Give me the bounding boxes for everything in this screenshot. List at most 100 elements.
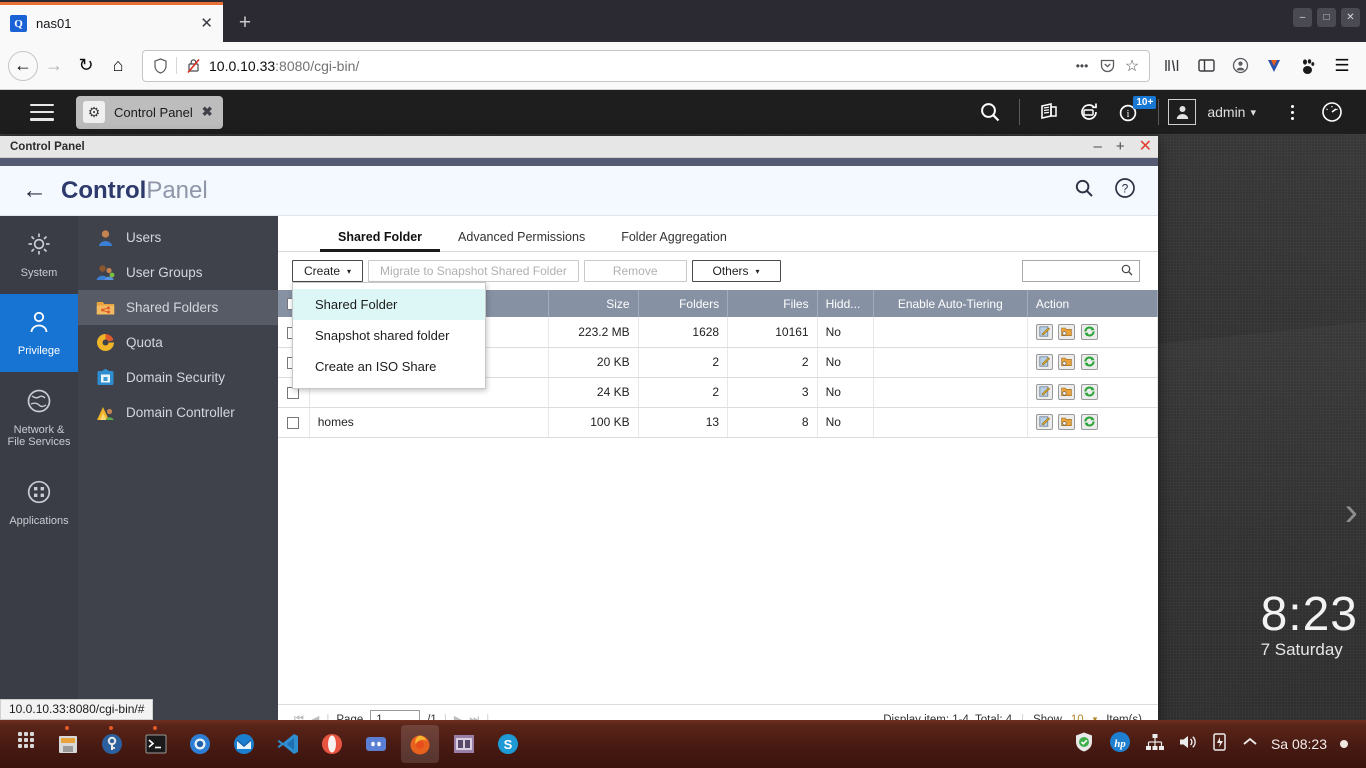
battery-icon[interactable] [1211,732,1229,757]
discord-icon[interactable] [357,725,395,763]
th-size[interactable]: Size [548,290,639,317]
edit-icon[interactable] [1035,323,1053,340]
vscode-icon[interactable] [269,725,307,763]
avatar-icon[interactable] [1168,99,1197,125]
new-tab-button[interactable]: + [232,11,258,37]
refresh-icon[interactable] [1080,383,1098,400]
permissions-icon[interactable] [1058,353,1076,370]
menu-item-snapshot-shared-folder[interactable]: Snapshot shared folder [293,320,485,351]
row-checkbox-cell[interactable] [278,407,310,438]
page-actions-icon[interactable]: ••• [1073,57,1091,75]
sidebar-item-users[interactable]: Users [78,220,278,255]
sidebar-item-domain-controller[interactable]: Domain Controller [78,395,278,430]
sidebar-item-domain-security[interactable]: Domain Security [78,360,278,395]
permissions-icon[interactable] [1058,323,1076,340]
home-icon[interactable]: ⌂ [102,50,134,82]
menu-item-shared-folder[interactable]: Shared Folder [293,289,485,320]
chromium-icon[interactable] [181,725,219,763]
tracking-shield-icon[interactable] [151,57,169,75]
window-close-icon[interactable]: ✕ [1139,138,1152,155]
refresh-icon[interactable] [1080,353,1098,370]
terminal-icon[interactable] [137,725,175,763]
url-bar[interactable]: 10.0.10.33:8080/cgi-bin/ ••• ☆ [142,49,1150,82]
taskbar-clock[interactable]: Sa 08:23 [1271,736,1327,752]
edit-icon[interactable] [1035,383,1053,400]
header-search-icon[interactable] [1074,178,1094,204]
permissions-icon[interactable] [1058,413,1076,430]
sidebar-icon[interactable] [1190,50,1222,82]
bookmark-star-icon[interactable]: ☆ [1123,57,1141,75]
tab-close-icon[interactable]: ✕ [200,16,213,31]
dashboard-icon[interactable] [1312,90,1352,134]
qts-menu-icon[interactable] [30,103,54,121]
window-minimize-icon[interactable]: – [1293,8,1312,27]
header-help-icon[interactable]: ? [1114,177,1136,205]
user-name[interactable]: admin [1207,104,1245,120]
create-button[interactable]: Create ▾ [292,260,364,282]
thunderbird-icon[interactable] [225,725,263,763]
logs-icon[interactable] [1029,90,1069,134]
keepass-icon[interactable] [93,725,131,763]
page-input[interactable]: 1 [370,710,421,720]
category-network-file-services[interactable]: Network & File Services [0,372,78,464]
search-icon[interactable] [970,90,1010,134]
tab-advanced-permissions[interactable]: Advanced Permissions [440,226,603,251]
firefox-icon[interactable] [401,725,439,763]
sidebar-item-user-groups[interactable]: User Groups [78,255,278,290]
volume-icon[interactable] [1178,733,1198,756]
shield-icon[interactable] [1073,731,1095,758]
refresh-icon[interactable] [1080,413,1098,430]
account-icon[interactable] [1224,50,1256,82]
skype-icon[interactable]: S [489,725,527,763]
permissions-icon[interactable] [1058,383,1076,400]
category-applications[interactable]: Applications [0,464,78,542]
window-titlebar[interactable]: Control Panel – + ✕ [0,136,1158,158]
back-arrow-icon[interactable]: ← [22,178,47,203]
gnome-icon[interactable] [1292,50,1324,82]
category-system[interactable]: System [0,216,78,294]
search-input[interactable] [1022,260,1140,282]
window-close-icon[interactable]: ✕ [1341,8,1360,27]
window-maximize-icon[interactable]: + [1116,139,1125,154]
category-privilege[interactable]: Privilege [0,294,78,372]
expand-icon[interactable] [1242,735,1258,753]
files-icon[interactable] [49,725,87,763]
sidebar-item-quota[interactable]: Quota [78,325,278,360]
backup-icon[interactable] [1069,90,1109,134]
window-maximize-icon[interactable]: □ [1317,8,1336,27]
library-icon[interactable] [1156,50,1188,82]
refresh-icon[interactable] [1080,323,1098,340]
table-row[interactable]: homes 100 KB 13 8 No [278,407,1159,438]
edit-icon[interactable] [1035,413,1053,430]
chevron-right-icon[interactable]: › [1345,490,1358,535]
hp-icon[interactable]: hp [1108,730,1132,759]
window-minimize-icon[interactable]: – [1093,139,1101,154]
user-caret-icon[interactable]: ▾ [1250,106,1256,119]
broken-lock-icon[interactable] [184,57,202,75]
browser-tab-nas01[interactable]: Q nas01 ✕ [0,2,223,42]
menu-icon[interactable]: ☰ [1326,50,1358,82]
th-auto-tiering[interactable]: Enable Auto-Tiering [873,290,1028,317]
back-icon[interactable]: ← [8,50,38,81]
edit-icon[interactable] [1035,353,1053,370]
th-hidden[interactable]: Hidd... [817,290,874,317]
others-button[interactable]: Others ▾ [691,260,781,282]
reload-icon[interactable]: ↻ [70,50,102,82]
url-text[interactable]: 10.0.10.33:8080/cgi-bin/ [209,58,1066,74]
network-icon[interactable] [1145,733,1165,756]
sidebar-item-shared-folders[interactable]: Shared Folders [78,290,278,325]
vivaldi-icon[interactable] [1258,50,1290,82]
th-files[interactable]: Files [727,290,818,317]
th-folders[interactable]: Folders [638,290,729,317]
pocket-icon[interactable] [1098,57,1116,75]
qts-app-tab-control-panel[interactable]: ⚙ Control Panel ✖ [76,95,223,129]
tab-shared-folder[interactable]: Shared Folder [320,226,441,252]
more-vertical-icon[interactable] [1272,90,1312,134]
row-checkbox[interactable] [287,416,300,429]
filezilla-icon[interactable] [445,725,483,763]
menu-item-create-iso-share[interactable]: Create an ISO Share [293,351,485,382]
info-icon[interactable]: i 10+ [1109,90,1157,134]
app-launcher-icon[interactable] [18,732,36,756]
tab-folder-aggregation[interactable]: Folder Aggregation [603,226,745,251]
qts-app-tab-close-icon[interactable]: ✖ [202,104,213,120]
